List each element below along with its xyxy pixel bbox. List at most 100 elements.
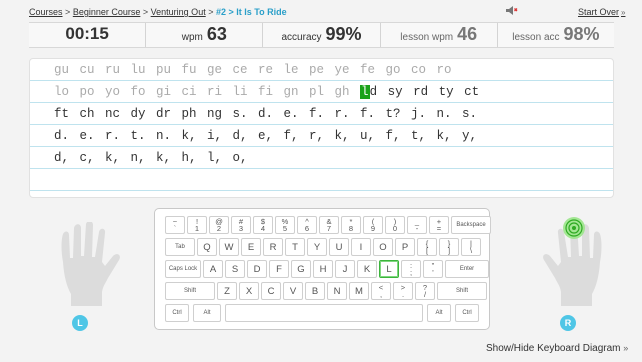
key-base-symbol: 9 [370,224,376,233]
key-h: H [313,260,333,278]
key-p: P [395,238,415,256]
key-tab: Tab [165,238,195,256]
chevron-right-icon: » [623,343,629,353]
right-hand-badge: R [560,315,576,331]
text-line-content: gu cu ru lu pu fu ge ce re le pe ye fe g… [54,63,452,77]
key-right-alt: Alt [427,304,451,322]
key-i: I [351,238,371,256]
key-base-symbol: ] [447,246,451,255]
key-enter: Enter [445,260,489,278]
text-line-empty [30,169,613,191]
timer-stat: 00:15 [29,23,147,47]
key-left-alt: Alt [193,304,221,322]
key-e: E [241,238,261,256]
key-y: Y [307,238,327,256]
key-base-symbol: 0 [392,224,398,233]
key-2: @2 [209,216,229,234]
key-10: ) 0 [385,216,405,234]
key-7: & 7 [319,216,339,234]
breadcrumb-separator: > [65,7,71,17]
key-0: ~ ` [165,216,185,234]
text-line-content: lo po yo fo gi ci ri li fi gn pl gh ld s… [54,85,479,99]
key-space [225,304,423,322]
show-hide-keyboard-link[interactable]: Show/Hide Keyboard Diagram » [486,343,628,354]
wpm-value: 63 [206,24,227,44]
key-f: F [269,260,289,278]
speaker-icon[interactable] [505,5,518,16]
key-left-ctrl: Ctrl [165,304,189,322]
key-q: Q [197,238,217,256]
key-o: O [373,238,393,256]
key-u: U [329,238,349,256]
breadcrumb-separator: > [142,7,149,17]
key-base-symbol: 4 [260,224,266,233]
key-base-symbol: \ [469,246,473,255]
key-punct-row4-1: >. [393,282,413,300]
key-base-symbol: 3 [238,224,244,233]
text-line: ft ch nc dy dr ph ng s. d. e. f. r. f. t… [30,103,613,125]
key-base-symbol: . [401,290,405,299]
lesson-wpm-label: lesson wpm [400,32,454,43]
key-base-symbol: ` [173,224,177,233]
lesson-acc-stat: lesson acc 98% [498,23,614,47]
wpm-stat: wpm 63 [146,23,264,47]
key-left-shift: Shift [165,282,215,300]
key-8: * 8 [341,216,361,234]
key-base-symbol: - [415,224,419,233]
key-r: R [263,238,283,256]
key-a: A [203,260,223,278]
breadcrumb-venturing-out[interactable]: Venturing Out [151,7,206,17]
key-c: C [261,282,281,300]
current-char-cursor: l [360,85,370,99]
key-base-symbol: 8 [348,224,354,233]
key-base-symbol: = [436,224,442,233]
keyboard-diagram: ~ `! 1 @2 #3 $4% 5 ^ 6 & 7 * 8(9) 0 _ - + = Backspace Tab Q W… [154,208,491,330]
text-line-current: lo po yo fo gi ci ri li fi gn pl gh ld s… [30,81,613,103]
key-b: B [305,282,325,300]
accuracy-label: accuracy [281,32,322,43]
chevron-right-icon: » [621,8,626,17]
text-line-content: ft ch nc dy dr ph ng s. d. e. f. r. f. t… [54,107,478,121]
text-line-content: d. e. r. t. n. k, i, d, e, f, r, k, u, f… [54,129,478,143]
key-6: ^ 6 [297,216,317,234]
text-line-content: d, c, k, n, k, h, l, o, [54,151,248,165]
left-hand-icon [61,222,120,306]
key-base-symbol: ; [409,268,413,277]
breadcrumb-separator: > [208,7,214,17]
key-5: % 5 [275,216,295,234]
lesson-wpm-stat: lesson wpm 46 [381,23,498,47]
key-g: G [291,260,311,278]
key-d: D [247,260,267,278]
top-bar: Courses > Beginner Course > Venturing Ou… [0,0,642,22]
show-hide-label: Show/Hide Keyboard Diagram [486,343,621,354]
key-11: _ - [407,216,427,234]
key-w: W [219,238,239,256]
key-right-ctrl: Ctrl [455,304,479,322]
right-hand-icon [543,217,602,306]
text-line: d. e. r. t. n. k, i, d, e, f, r, k, u, f… [30,125,613,147]
timer-value: 00:15 [65,24,109,43]
key-base-symbol: 2 [216,224,222,233]
key-bracket-2: | \ [461,238,481,256]
key-9: (9 [363,216,383,234]
key-3: #3 [231,216,251,234]
breadcrumb-courses[interactable]: Courses [29,7,63,17]
key-right-shift: Shift [437,282,487,300]
lesson-wpm-value: 46 [457,24,478,44]
text-line: d, c, k, n, k, h, l, o, [30,147,613,169]
typing-text-area[interactable]: gu cu ru lu pu fu ge ce re le pe ye fe g… [29,58,614,198]
key-base-symbol: ' [432,268,434,277]
key-m: M [349,282,369,300]
left-hand-badge: L [72,315,88,331]
breadcrumb-beginner-course[interactable]: Beginner Course [73,7,141,17]
active-finger-target-icon [563,217,585,239]
key-bracket-1: }] [439,238,459,256]
key-base-symbol: 7 [326,224,332,233]
key-v: V [283,282,303,300]
start-over-link[interactable]: Start Over» [578,7,625,17]
breadcrumb: Courses > Beginner Course > Venturing Ou… [29,7,287,17]
typed-text: lo po yo fo gi ci ri li fi gn pl gh [54,85,361,99]
key-punct-0: :; [401,260,421,278]
key-base-symbol: 5 [282,224,288,233]
key-1: ! 1 [187,216,207,234]
